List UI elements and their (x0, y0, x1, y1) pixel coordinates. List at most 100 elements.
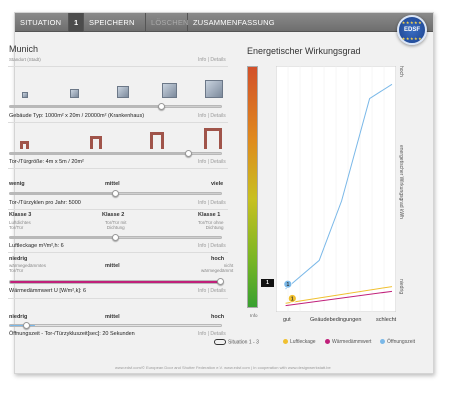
logo-stars-icon: ★★★★★ (401, 36, 423, 41)
legend-item-oeffnungszeit[interactable]: Öffnungszeit (380, 339, 415, 345)
edsf-logo: ★★★★★ EDSF ★★★★★ (397, 15, 427, 45)
leakage-class-2: Klasse 2 (102, 212, 125, 218)
x-label-gut: gut (283, 317, 291, 323)
thermal-mid-label: mittel (105, 263, 120, 269)
opening-mid-label: mittel (105, 314, 120, 320)
legend-situation[interactable]: Situation 1 - 3 (214, 339, 259, 345)
tab-zusammenfassung[interactable]: ZUSAMMENFASSUNG (188, 13, 275, 32)
divider (8, 209, 228, 210)
opening-info-link[interactable]: Info | Details (198, 331, 226, 337)
y-high-label: hoch (398, 66, 404, 77)
opening-slider[interactable] (9, 322, 222, 329)
divider (8, 66, 228, 67)
svg-text:1: 1 (286, 282, 289, 288)
divider (8, 122, 228, 123)
slider-thumb[interactable] (111, 190, 119, 197)
thermal-low-desc: wärmegedämmtes Tor/Tür (9, 263, 47, 273)
thermal-low-label: niedrig (9, 256, 28, 262)
building-medium-icon (70, 89, 79, 98)
building-type-label: Gebäude Typ: 1000m² x 20m / 20000m² (Kra… (9, 113, 145, 119)
door-medium-icon (90, 136, 102, 149)
svg-text:1: 1 (291, 296, 294, 302)
legend-dot-icon (380, 339, 385, 345)
cycles-label: Tor-/Türzyklen pro Jahr: 5000 (9, 200, 81, 206)
slider-fill (10, 153, 190, 154)
legend-label: Luftleckage (290, 339, 316, 345)
slider-fill (10, 106, 162, 107)
leakage-class-2-desc: Tor/Tür mit Dichtung (105, 220, 127, 230)
slider-thumb[interactable] (217, 278, 224, 285)
chart-badge: 1 (287, 294, 297, 303)
thermal-slider[interactable] (9, 278, 224, 285)
leakage-label: Luftleckage m³/m²,h: 6 (9, 243, 64, 249)
situation-toggle-icon (214, 339, 226, 345)
location-hint: Standort (Stadt) (9, 57, 41, 62)
efficiency-marker: 1 (261, 279, 274, 287)
door-size-label: Tor-/Türgröße: 4m x 5m / 20m² (9, 159, 84, 165)
location-info-link[interactable]: Info | Details (198, 57, 226, 63)
y-axis-label: energetischer Wirkungsgrad kWh (398, 145, 404, 219)
footer-text: www.edsf.com/© European Door and Shutter… (115, 365, 331, 370)
leakage-class-1: Klasse 1 (198, 212, 221, 218)
opening-low-label: niedrig (9, 314, 28, 320)
building-slider[interactable] (9, 103, 222, 110)
legend-dot-icon (325, 339, 330, 345)
efficiency-chart: 11 (276, 66, 396, 312)
situation-number-tab[interactable]: 1 (69, 13, 84, 32)
tab-speichern[interactable]: SPEICHERN (84, 13, 146, 32)
building-xlarge-icon (162, 83, 177, 98)
cycles-mid-label: mittel (105, 181, 120, 187)
legend-situation-label: Situation 1 - 3 (228, 339, 259, 346)
efficiency-gauge (247, 66, 258, 308)
legend-item-luftleckage[interactable]: Luftleckage (283, 339, 316, 345)
thermal-label: Wärmedämmwert U [W/m²,k]: 6 (9, 288, 87, 294)
logo-text: EDSF (403, 27, 420, 33)
tab-situation[interactable]: SITUATION (15, 13, 69, 32)
tab-loeschen[interactable]: LÖSCHEN (146, 13, 188, 32)
slider-fill (10, 237, 116, 238)
efficiency-title: Energetischer Wirkungsgrad (247, 46, 361, 56)
leakage-class-1-desc: Tor/Tür ohne Dichtung (198, 220, 224, 230)
slider-thumb[interactable] (111, 234, 119, 241)
legend-label: Öffnungszeit (387, 339, 415, 345)
legend-dot-icon (283, 339, 288, 345)
door-small-icon (20, 141, 29, 149)
thermal-high-desc: nicht wärmegedämmt (201, 263, 234, 273)
slider-thumb[interactable] (22, 322, 30, 329)
logo-stars-icon: ★★★★★ (401, 20, 423, 25)
x-label-mid: Geäudebedingungen (310, 317, 362, 323)
slider-thumb[interactable] (157, 103, 165, 110)
city-name: Munich (9, 44, 39, 54)
thermal-info-link[interactable]: Info | Details (198, 288, 226, 294)
leakage-class-3: Klasse 3 (9, 212, 32, 218)
building-info-link[interactable]: Info | Details (198, 113, 226, 119)
door-size-slider[interactable] (9, 150, 222, 157)
opening-label: Öffnungszeit - Tor-/Türzykluszeit[sec]: … (9, 331, 135, 337)
slider-track-bg (10, 325, 221, 326)
divider (8, 298, 228, 299)
door-info-link[interactable]: Info | Details (198, 159, 226, 165)
gauge-info-link[interactable]: Info (250, 313, 258, 318)
legend-item-waermedaemmwert[interactable]: Wärmedämmwert (325, 339, 371, 345)
cycles-slider[interactable] (9, 190, 222, 197)
door-large-icon (150, 132, 164, 149)
building-small-icon (22, 92, 28, 98)
cycles-info-link[interactable]: Info | Details (198, 200, 226, 206)
building-large-icon (117, 86, 129, 98)
legend-label: Wärmedämmwert (332, 339, 372, 345)
leakage-slider[interactable] (9, 234, 222, 241)
leakage-info-link[interactable]: Info | Details (198, 243, 226, 249)
opening-high-label: hoch (211, 314, 225, 320)
cycles-high-label: viele (211, 181, 224, 187)
y-low-label: niedrig (398, 279, 404, 295)
chart-badge: 1 (283, 279, 293, 289)
slider-fill (10, 193, 116, 194)
building-xxlarge-icon (205, 80, 223, 98)
slider-fill (10, 281, 221, 283)
thermal-high-label: hoch (211, 256, 225, 262)
top-navigation: SITUATION 1 SPEICHERN LÖSCHEN ZUSAMMENFA… (15, 13, 433, 32)
door-xlarge-icon (204, 128, 222, 149)
divider (8, 252, 228, 253)
divider (8, 168, 228, 169)
leakage-class-3-desc: Luftdichtes Tor/Tür (9, 220, 31, 230)
